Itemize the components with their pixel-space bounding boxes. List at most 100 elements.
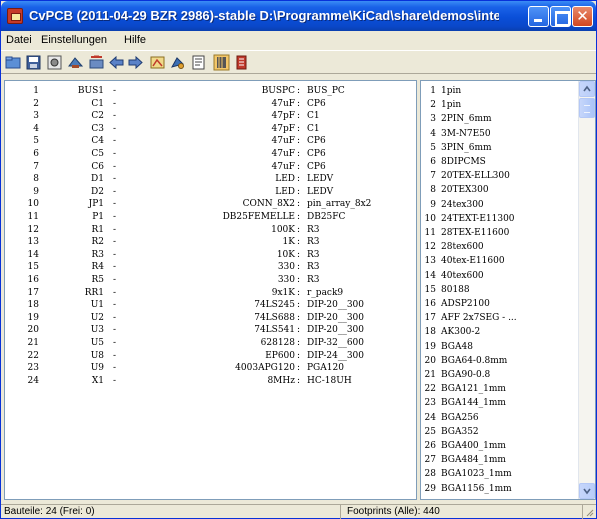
scroll-down-button[interactable] (579, 483, 595, 499)
component-row[interactable]: 13 R2 1K R3 -: (5, 236, 416, 248)
separator-dash: - (113, 224, 117, 235)
component-row[interactable]: 4 C3 47pF C1 -: (5, 123, 416, 135)
filter-icon[interactable] (213, 54, 230, 71)
footprint-row[interactable]: 20 BGA64-0.8mm (421, 355, 577, 367)
autoselect-icon[interactable] (67, 54, 84, 71)
footprint-number: 4 (430, 128, 436, 139)
footprint-row[interactable]: 27 BGA484_1mm (421, 454, 577, 466)
close-button[interactable]: ✕ (572, 6, 593, 27)
component-row[interactable]: 3 C2 47pF C1 -: (5, 110, 416, 122)
components-list[interactable]: 1 BUS1 BUSPC BUS_PC -:2 C1 47uF CP6-:3 C2 47pF C1-… (4, 80, 417, 500)
title-bar[interactable]: CvPCB (2011-04-29 BZR 2986)-stable D:\Pr… (1, 1, 596, 31)
footprint-row[interactable]: 4 3M-N7E50 (421, 128, 577, 140)
component-row[interactable]: 24 X1 8MHz HC-18UH -: (5, 375, 416, 387)
footprint-row[interactable]: 13 40tex-E11600 (421, 255, 577, 267)
component-value: 10K (276, 249, 295, 260)
maximize-button[interactable] (550, 6, 571, 27)
component-footprint: C1 (307, 123, 320, 134)
cursor-icon[interactable] (169, 54, 186, 71)
component-row[interactable]: 7 C6 47uF CP6 -: (5, 161, 416, 173)
menu-hilfe[interactable]: Hilfe (124, 34, 146, 46)
component-reference: P1 (92, 212, 104, 222)
footprint-row[interactable]: 29 BGA1156_1mm (421, 483, 577, 495)
component-row[interactable]: 16 R5 330 R3 -: (5, 274, 416, 286)
component-row[interactable]: 18 U1 74LS245 DIP-20__300 -: (5, 299, 416, 311)
component-reference: C5 (91, 149, 104, 159)
separator-colon: : (297, 350, 301, 361)
footprint-row[interactable]: 6 8DIPCMS (421, 156, 577, 168)
component-number: 17 (27, 287, 39, 298)
separator-dash: - (113, 375, 117, 386)
library-config-icon[interactable] (46, 54, 63, 71)
footprints-scrollbar[interactable] (578, 81, 595, 499)
open-folder-icon[interactable] (5, 54, 22, 71)
component-row[interactable]: 22 U8 EP600 DIP-24__300 -: (5, 350, 416, 362)
component-row[interactable]: 1 BUS1 BUSPC BUS_PC -: (5, 85, 416, 97)
list-filter-icon[interactable] (233, 54, 250, 71)
footprint-row[interactable]: 15 80188 (421, 284, 577, 296)
document-icon[interactable] (190, 54, 207, 71)
footprint-row[interactable]: 12 28tex600 (421, 241, 577, 253)
footprint-row[interactable]: 21 BGA90-0.8 (421, 369, 577, 381)
status-bar: Bauteile: 24 (Frei: 0) Footprints (Alle)… (1, 504, 596, 519)
scrollbar-thumb[interactable] (579, 98, 595, 118)
footprint-row[interactable]: 23 BGA144_1mm (421, 397, 577, 409)
footprint-row[interactable]: 25 BGA352 (421, 426, 577, 438)
component-row[interactable]: 11 P1 DB25FEMELLE DB25FC -: (5, 211, 416, 223)
delete-associations-icon[interactable] (88, 54, 105, 71)
component-row[interactable]: 2 C1 47uF CP6 -: (5, 98, 416, 110)
footprint-row[interactable]: 5 3PIN_6mm (421, 142, 577, 154)
component-row[interactable]: 20 U3 74LS541 DIP-20__300 -: (5, 324, 416, 336)
component-value: 47uF (271, 136, 296, 147)
component-row[interactable]: 9 D2 LED LEDV -: (5, 186, 416, 198)
footprint-row[interactable]: 2 1pin (421, 99, 577, 111)
footprint-row[interactable]: 22 BGA121_1mm (421, 383, 577, 395)
footprint-row[interactable]: 26 BGA400_1mm (421, 440, 577, 452)
component-number: 18 (27, 300, 39, 311)
component-row[interactable]: 12 R1 100K R3 -: (5, 224, 416, 236)
footprint-row[interactable]: 24 BGA256 (421, 412, 577, 424)
component-row[interactable]: 5 C4 47uF CP6 -: (5, 135, 416, 147)
minimize-button[interactable] (528, 6, 549, 27)
scroll-up-button[interactable] (579, 81, 595, 97)
menu-datei[interactable]: Datei (6, 34, 32, 46)
separator-colon: : (297, 123, 301, 134)
footprints-list-panel[interactable]: 1 1pin 2 1pin 3 2PIN_6mm 4 3M-N7E50 5 3PIN_6mm 6 8D… (420, 80, 596, 500)
component-row[interactable]: 8 D1 LED LEDV -: (5, 173, 416, 185)
component-row[interactable]: 14 R3 10K R3-: (5, 249, 416, 261)
component-row[interactable]: 10 JP1 CONN_8X2 pin_array_8x2 -: (5, 198, 416, 210)
component-row[interactable]: 17 RR1 9x1K r_pack9 -: (5, 287, 416, 299)
footprint-row[interactable]: 10 24TEXT-E11300 (421, 213, 577, 225)
footprint-row[interactable]: 16 ADSP2100 (421, 298, 577, 310)
component-row[interactable]: 15 R4 330 R3 -: (5, 261, 416, 273)
save-icon[interactable] (25, 54, 42, 71)
footprint-number: 5 (430, 142, 436, 153)
component-row[interactable]: 21 U5 628128 DIP-32__600 -: (5, 337, 416, 349)
menu-einstellungen[interactable]: Einstellungen (41, 34, 107, 46)
footprint-row[interactable]: 1 1pin (421, 85, 577, 97)
footprint-row[interactable]: 8 20TEX300 (421, 184, 577, 196)
component-number: 24 (27, 375, 39, 386)
footprint-row[interactable]: 9 24tex300 (421, 199, 577, 211)
footprint-row[interactable]: 14 40tex600 (421, 270, 577, 282)
footprint-row[interactable]: 11 28TEX-E11600 (421, 227, 577, 239)
component-number: 16 (27, 275, 39, 285)
left-arrow-icon[interactable] (108, 54, 125, 71)
component-value: EP600 (265, 350, 295, 361)
component-row[interactable]: 6 C5 47uF CP6 -: (5, 148, 416, 160)
footprint-row[interactable]: 28 BGA1023_1mm (421, 468, 577, 480)
footprint-row[interactable]: 19 BGA48 (421, 341, 577, 353)
component-row[interactable]: 23 U9 4003APG120 PGA120 -: (5, 362, 416, 374)
component-number: 12 (27, 224, 39, 235)
cvpcb-app-icon[interactable] (7, 8, 23, 24)
footprint-row[interactable]: 7 20TEX-ELL300 (421, 170, 577, 182)
footprint-row[interactable]: 18 AK300-2 (421, 326, 577, 338)
component-row[interactable]: 19 U2 74LS688 DIP-20__300 -: (5, 312, 416, 324)
footprint-row[interactable]: 17 AFF 2x7SEG - ... (421, 312, 577, 324)
resize-grip-icon[interactable] (584, 507, 594, 517)
component-number: 4 (33, 123, 39, 134)
view-module-icon[interactable] (149, 54, 166, 71)
right-arrow-icon[interactable] (127, 54, 144, 71)
footprint-row[interactable]: 3 2PIN_6mm (421, 113, 577, 125)
minimize-icon (529, 7, 548, 26)
